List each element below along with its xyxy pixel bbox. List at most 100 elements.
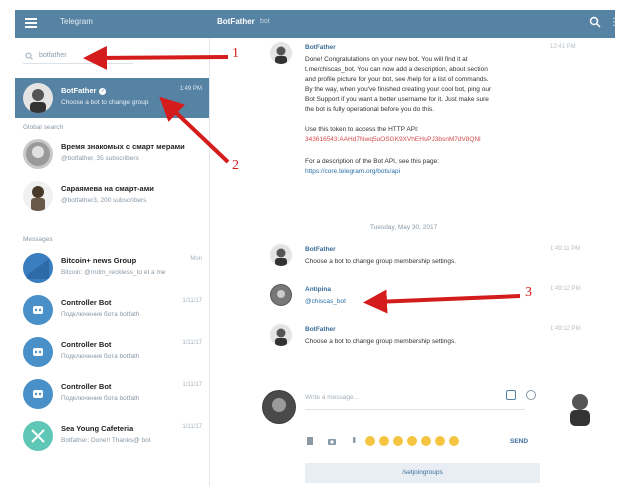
- top-bar: Telegram BotFather bot ⋮: [15, 10, 619, 38]
- message-time: 1/11/17: [182, 340, 202, 346]
- annotation-label-1: 1: [232, 46, 239, 61]
- microphone-icon[interactable]: [349, 436, 359, 446]
- global-result-item[interactable]: Время знакомых с смарт мерами @botfather…: [15, 134, 209, 174]
- menu-icon[interactable]: [25, 18, 37, 28]
- chat-title[interactable]: BotFather: [217, 17, 255, 26]
- message-text-line: Done! Congratulations on your new bot. Y…: [305, 56, 468, 63]
- result-sub: @botfather, 35 subscribers: [61, 155, 139, 162]
- message-input[interactable]: Write a message...: [305, 388, 525, 410]
- verified-icon: ✓: [99, 87, 107, 95]
- chat-status: bot: [260, 18, 270, 25]
- avatar: [270, 244, 292, 266]
- file-icon[interactable]: [305, 436, 315, 446]
- message-time: 1:49:11 PM: [550, 246, 581, 252]
- bot-icon: [33, 306, 43, 314]
- message-time: 1:49:12 PM: [550, 326, 581, 332]
- more-icon[interactable]: ⋮: [609, 16, 619, 32]
- message-result-item[interactable]: Controller Bot Подключение бота botfath …: [15, 374, 209, 414]
- emoji-laugh-icon[interactable]: [407, 436, 417, 446]
- emoji-icon[interactable]: [526, 390, 536, 400]
- message-author: BotFather: [305, 246, 336, 253]
- message-sub: Подключение бота botfath: [61, 395, 140, 402]
- message-name: Bitcoin+ news Group: [61, 256, 137, 265]
- bot-icon: [33, 390, 43, 398]
- message-text: Choose a bot to change group membership …: [305, 338, 457, 345]
- message-text[interactable]: @chiscas_bot: [305, 298, 346, 305]
- avatar: [270, 42, 292, 64]
- message-result-item[interactable]: Controller Bot Подключение бота botfath …: [15, 290, 209, 330]
- message-time: 12:41 PM: [550, 44, 576, 50]
- my-avatar[interactable]: [262, 390, 296, 424]
- message-sub: Bitcoin: @rndm_reckless_to et a me: [61, 269, 166, 276]
- chat-item-botfather[interactable]: BotFather ✓ Choose a bot to change group …: [15, 78, 209, 118]
- avatar: [23, 139, 53, 169]
- search-query: botfather: [39, 52, 67, 59]
- message-result-item[interactable]: Bitcoin+ news Group Bitcoin: @rndm_reckl…: [15, 248, 209, 288]
- message-text-line: For a description of the Bot API, see th…: [305, 158, 440, 165]
- section-global-search: Global search: [23, 124, 64, 131]
- command-suggestion-button[interactable]: /setjoingroups: [305, 463, 540, 483]
- message-name: Sea Young Cafeteria: [61, 424, 134, 433]
- result-name: Время знакомых с смарт мерами: [61, 142, 185, 151]
- global-result-item[interactable]: Сараямева на смарт-ами @botfather3, 200 …: [15, 176, 209, 216]
- api-link[interactable]: https://core.telegram.org/bots/api: [305, 168, 400, 175]
- send-button[interactable]: SEND: [510, 438, 528, 445]
- message-text-line: Use this token to access the HTTP API:: [305, 126, 419, 133]
- message-author: Antipina: [305, 286, 331, 293]
- search-input[interactable]: botfather: [23, 48, 133, 64]
- search-icon[interactable]: [589, 16, 601, 30]
- chat-preview: Choose a bot to change group: [61, 99, 149, 106]
- chat-area: BotFather 12:41 PM Done! Congratulations…: [210, 38, 615, 486]
- message-text-line: By the way, when you've finished creatin…: [305, 86, 492, 93]
- message-text-line: Bot Support if you want a better usernam…: [305, 96, 489, 103]
- bot-icon: [33, 348, 43, 356]
- message-time: Mon: [190, 256, 202, 262]
- sidebar: botfather BotFather ✓ Choose a bot to cha…: [15, 38, 210, 486]
- avatar: [23, 295, 53, 325]
- emoji-cool-icon[interactable]: [449, 436, 459, 446]
- date-separator: Tuesday, May 30, 2017: [370, 224, 438, 231]
- command-icon[interactable]: [506, 390, 516, 400]
- chat-name: BotFather ✓: [61, 86, 107, 95]
- message-name: Controller Bot: [61, 340, 112, 349]
- annotation-label-3: 3: [525, 285, 532, 300]
- avatar: [23, 181, 53, 211]
- message-text-line: t.me/chiscas_bot. You can now add a desc…: [305, 66, 488, 73]
- section-messages: Messages: [23, 236, 53, 243]
- emoji-wink-icon[interactable]: [421, 436, 431, 446]
- message-time: 1:49:12 PM: [550, 286, 581, 292]
- emoji-thumbs-icon[interactable]: [393, 436, 403, 446]
- app-title: Telegram: [60, 17, 93, 26]
- message-sub: Подключение бота botfath: [61, 311, 140, 318]
- message-text: Choose a bot to change group membership …: [305, 258, 457, 265]
- avatar: [23, 337, 53, 367]
- result-name: Сараямева на смарт-ами: [61, 184, 154, 193]
- avatar: [270, 324, 292, 346]
- result-sub: @botfather3, 200 subscribers: [61, 197, 147, 204]
- chat-time: 1:49 PM: [179, 86, 202, 92]
- message-name: Controller Bot: [61, 382, 112, 391]
- message-time: 1/11/17: [182, 298, 202, 304]
- emoji-grin-icon[interactable]: [379, 436, 389, 446]
- bot-token[interactable]: 343616543:AAHd7Nwq5uOSGK9XVhEHsPJ3bsnM7d…: [305, 136, 481, 143]
- message-time: 1/11/17: [182, 382, 202, 388]
- emoji-smile-icon[interactable]: [365, 436, 375, 446]
- avatar: [23, 379, 53, 409]
- annotation-label-2: 2: [232, 158, 239, 173]
- peer-avatar[interactable]: [562, 388, 598, 428]
- avatar: [23, 253, 53, 283]
- message-text-line: the bot is fully operational before you …: [305, 106, 434, 113]
- message-author: BotFather: [305, 326, 336, 333]
- camera-icon[interactable]: [327, 436, 337, 446]
- message-sub: Botfather: Done!! Thanks@ bot: [61, 437, 151, 444]
- message-result-item[interactable]: Sea Young Cafeteria Botfather: Done!! Th…: [15, 416, 209, 456]
- avatar: [23, 83, 53, 113]
- message-sub: Подключение бота botfath: [61, 353, 140, 360]
- message-text-line: and profile picture for your bot, see /h…: [305, 76, 489, 83]
- message-time: 1/11/17: [182, 424, 202, 430]
- search-icon: [25, 52, 33, 60]
- emoji-happy-icon[interactable]: [435, 436, 445, 446]
- avatar: [23, 421, 53, 451]
- message-result-item[interactable]: Controller Bot Подключение бота botfath …: [15, 332, 209, 372]
- message-name: Controller Bot: [61, 298, 112, 307]
